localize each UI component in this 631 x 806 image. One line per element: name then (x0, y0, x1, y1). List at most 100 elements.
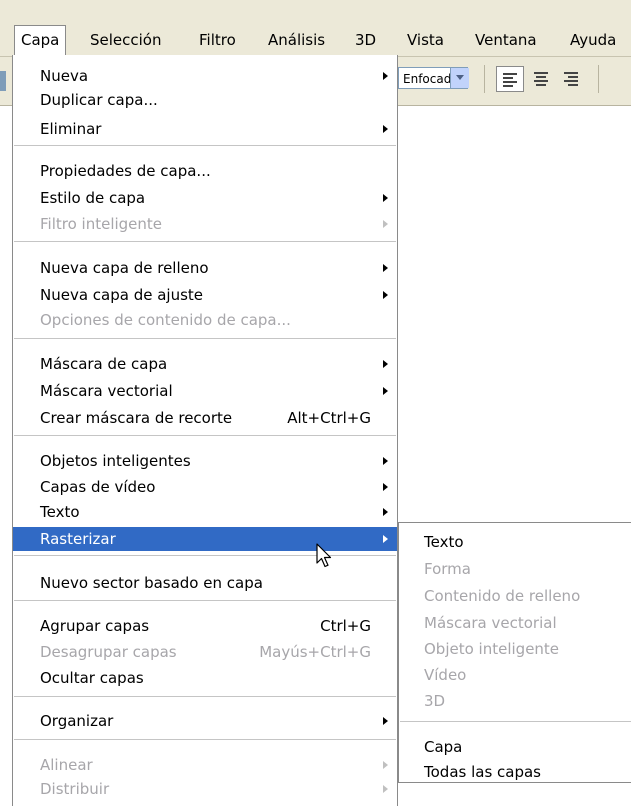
menu-item-distribuir[interactable]: Distribuir (13, 777, 397, 801)
menu-item-estilo-de-capa[interactable]: Estilo de capa (13, 186, 397, 210)
submenu-arrow-icon (383, 387, 388, 395)
menu-item-crear-mascara-de-recorte[interactable]: Crear máscara de recorte Alt+Ctrl+G (13, 406, 397, 430)
menu-seleccion[interactable]: Selección (84, 26, 168, 54)
submenu-item-texto[interactable]: Texto (399, 529, 631, 555)
menu-item-duplicar-capa[interactable]: Duplicar capa... (13, 88, 397, 112)
menu-item-nuevo-sector[interactable]: Nuevo sector basado en capa (13, 571, 397, 595)
menu-item-label: Propiedades de capa... (40, 162, 211, 180)
submenu-arrow-icon (383, 785, 388, 793)
submenu-arrow-icon (383, 264, 388, 272)
menu-item-opciones-de-contenido[interactable]: Opciones de contenido de capa... (13, 308, 397, 332)
submenu-item-video[interactable]: Vídeo (399, 662, 631, 688)
menu-separator (14, 145, 396, 147)
menu-item-texto[interactable]: Texto (13, 500, 397, 524)
submenu-item-label: Todas las capas (424, 763, 541, 781)
menu-item-label: Organizar (40, 712, 114, 730)
submenu-arrow-icon (383, 717, 388, 725)
submenu-item-label: Capa (424, 738, 463, 756)
submenu-item-contenido-de-relleno[interactable]: Contenido de relleno (399, 583, 631, 609)
align-left-icon[interactable] (496, 66, 524, 92)
submenu-item-forma[interactable]: Forma (399, 556, 631, 582)
submenu-arrow-icon (383, 291, 388, 299)
menu-item-label: Objetos inteligentes (40, 452, 191, 470)
menu-item-rasterizar[interactable]: Rasterizar (13, 527, 397, 551)
submenu-arrow-icon (383, 220, 388, 228)
submenu-arrow-icon (383, 360, 388, 368)
submenu-arrow-icon (383, 483, 388, 491)
submenu-arrow-icon (383, 194, 388, 202)
chevron-down-icon[interactable] (450, 68, 469, 88)
menu-item-label: Alinear (40, 756, 93, 774)
rasterize-submenu: Texto Forma Contenido de relleno Máscara… (398, 522, 631, 783)
menu-analisis[interactable]: Análisis (262, 26, 331, 54)
menu-separator (14, 600, 396, 602)
menu-capa[interactable]: Capa (14, 25, 67, 55)
menu-item-label: Nueva capa de relleno (40, 259, 209, 277)
menu-item-label: Eliminar (40, 120, 102, 138)
menu-item-label: Duplicar capa... (40, 91, 158, 109)
menu-separator (14, 696, 396, 698)
submenu-item-label: Forma (424, 560, 471, 578)
mouse-pointer-icon (316, 543, 332, 568)
menu-item-label: Texto (40, 503, 80, 521)
submenu-item-objeto-inteligente[interactable]: Objeto inteligente (399, 636, 631, 662)
menu-item-filtro-inteligente[interactable]: Filtro inteligente (13, 212, 397, 236)
submenu-arrow-icon (383, 761, 388, 769)
align-center-icon[interactable] (528, 66, 556, 92)
submenu-item-mascara-vectorial[interactable]: Máscara vectorial (399, 610, 631, 636)
menu-item-capas-de-video[interactable]: Capas de vídeo (13, 475, 397, 499)
menu-separator (14, 435, 396, 437)
menu-separator (14, 555, 396, 557)
menu-item-ocultar-capas[interactable]: Ocultar capas (13, 666, 397, 690)
menu-item-eliminar[interactable]: Eliminar (13, 117, 397, 141)
submenu-arrow-icon (383, 508, 388, 516)
submenu-item-label: Objeto inteligente (424, 640, 560, 658)
menu-item-propiedades-de-capa[interactable]: Propiedades de capa... (13, 159, 397, 183)
menu-item-shortcut: Ctrl+G (320, 617, 371, 635)
submenu-item-label: Vídeo (424, 666, 467, 684)
menu-item-mascara-de-capa[interactable]: Máscara de capa (13, 352, 397, 376)
menu-item-label: Máscara de capa (40, 355, 168, 373)
submenu-item-label: 3D (424, 692, 446, 710)
menu-bar: Capa Selección Filtro Análisis 3D Vista … (0, 0, 631, 57)
menu-item-nueva-capa-de-ajuste[interactable]: Nueva capa de ajuste (13, 283, 397, 307)
menu-separator (14, 739, 396, 741)
menu-item-desagrupar-capas[interactable]: Desagrupar capas Mayús+Ctrl+G (13, 640, 397, 664)
submenu-arrow-icon (383, 535, 388, 543)
align-right-icon[interactable] (558, 66, 586, 92)
options-bar-edge (0, 71, 6, 91)
menu-item-label: Crear máscara de recorte (40, 409, 233, 427)
menu-ayuda[interactable]: Ayuda (564, 26, 622, 54)
submenu-item-3d[interactable]: 3D (399, 688, 631, 714)
menu-item-agrupar-capas[interactable]: Agrupar capas Ctrl+G (13, 614, 397, 638)
menu-3d[interactable]: 3D (349, 26, 382, 54)
menu-separator (400, 721, 631, 722)
layer-menu: Nueva Duplicar capa... Eliminar Propieda… (12, 55, 398, 806)
menu-separator (14, 241, 396, 243)
menu-item-label: Nueva (40, 67, 89, 85)
menu-item-label: Nuevo sector basado en capa (40, 574, 263, 592)
submenu-arrow-icon (383, 72, 388, 80)
menu-filtro[interactable]: Filtro (193, 26, 242, 54)
menu-item-organizar[interactable]: Organizar (13, 709, 397, 733)
submenu-item-label: Texto (424, 533, 464, 551)
menu-item-label: Ocultar capas (40, 669, 144, 687)
menu-item-nueva[interactable]: Nueva (13, 64, 397, 88)
menu-item-objetos-inteligentes[interactable]: Objetos inteligentes (13, 449, 397, 473)
menu-item-label: Agrupar capas (40, 617, 150, 635)
submenu-item-todas-las-capas[interactable]: Todas las capas (399, 759, 631, 785)
submenu-item-capa[interactable]: Capa (399, 734, 631, 760)
menu-item-nueva-capa-de-relleno[interactable]: Nueva capa de relleno (13, 256, 397, 280)
menu-item-label: Opciones de contenido de capa... (40, 311, 291, 329)
submenu-arrow-icon (383, 457, 388, 465)
menu-item-label: Capas de vídeo (40, 478, 156, 496)
menu-item-mascara-vectorial[interactable]: Máscara vectorial (13, 379, 397, 403)
menu-item-alinear[interactable]: Alinear (13, 753, 397, 777)
menu-item-shortcut: Alt+Ctrl+G (287, 409, 371, 427)
menu-item-label: Filtro inteligente (40, 215, 163, 233)
toolbar-divider (484, 65, 485, 93)
menu-separator (14, 338, 396, 340)
submenu-item-label: Máscara vectorial (424, 614, 557, 632)
menu-vista[interactable]: Vista (401, 26, 450, 54)
menu-ventana[interactable]: Ventana (469, 26, 543, 54)
